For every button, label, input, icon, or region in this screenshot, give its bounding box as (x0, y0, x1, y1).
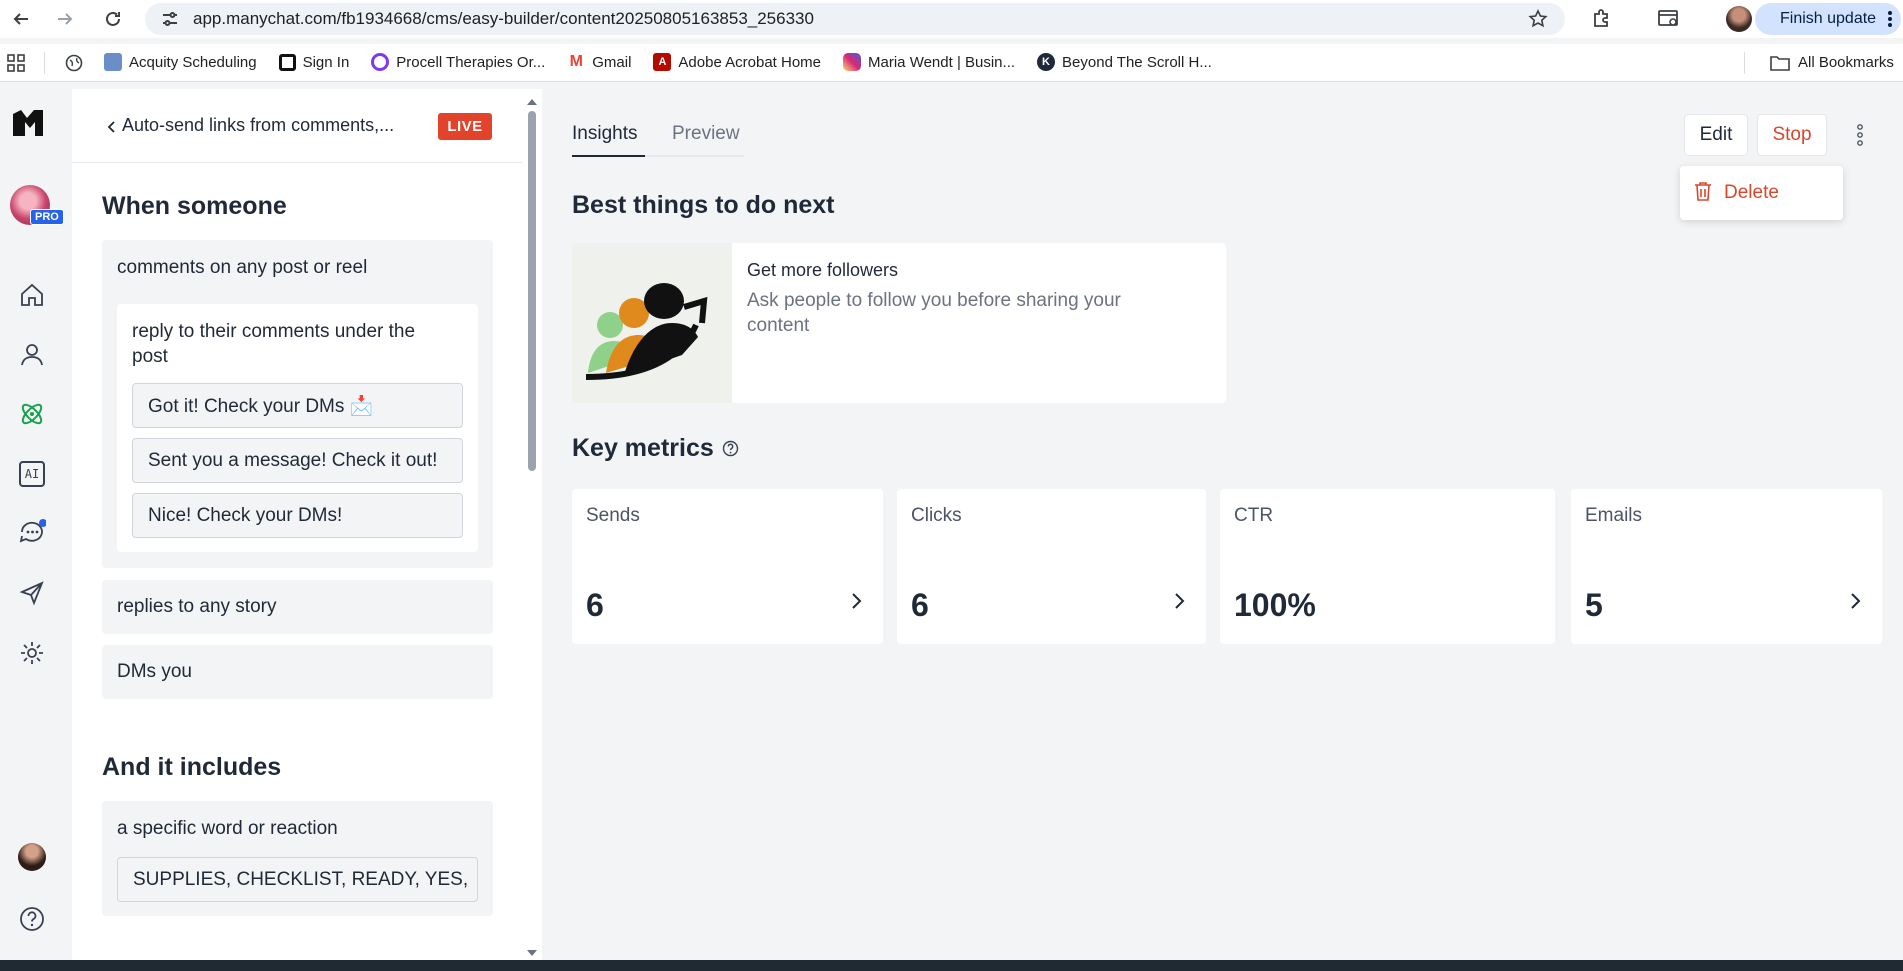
acquity-icon (104, 53, 122, 71)
reco-description: Ask people to follow you before sharing … (747, 290, 1121, 336)
apps-grid-icon[interactable] (7, 54, 25, 77)
stop-button[interactable]: Stop (1757, 114, 1827, 156)
site-settings-icon[interactable] (161, 11, 179, 32)
metric-emails[interactable]: Emails 5 (1571, 489, 1882, 644)
bookmark-sign-in[interactable]: Sign In (278, 53, 349, 71)
reply-heading: reply to their comments under the post (132, 321, 416, 367)
trigger-story-label: replies to any story (117, 596, 277, 617)
followers-illustration (572, 243, 732, 403)
edit-button[interactable]: Edit (1684, 114, 1748, 156)
reply-option-1[interactable]: Got it! Check your DMs 📩 (132, 383, 463, 428)
metric-ctr: CTR 100% (1220, 489, 1555, 644)
instagram-icon (843, 53, 862, 71)
bookmark-acrobat[interactable]: A Adobe Acrobat Home (653, 53, 821, 71)
reply-option-3[interactable]: Nice! Check your DMs! (132, 493, 463, 538)
scroll-up-icon[interactable] (527, 93, 537, 111)
trigger-story-card[interactable]: replies to any story (102, 580, 493, 634)
chevron-right-icon (1851, 593, 1861, 609)
delete-menu-item[interactable]: Delete (1724, 182, 1779, 204)
reply-comments-card[interactable]: reply to their comments under the post G… (117, 304, 478, 552)
trigger-dm-label: DMs you (117, 661, 192, 682)
extensions-icon[interactable] (1591, 8, 1613, 35)
bookmarks-bar: Acquity Scheduling Sign In Procell Thera… (0, 44, 1903, 82)
metric-clicks[interactable]: Clicks 6 (897, 489, 1206, 644)
user-avatar[interactable] (18, 843, 46, 871)
acrobat-icon: A (653, 53, 672, 71)
home-icon[interactable] (16, 279, 48, 311)
tab-insights[interactable]: Insights (572, 123, 637, 145)
bookmark-list: Acquity Scheduling Sign In Procell Thera… (104, 53, 1234, 71)
trigger-dm-card[interactable]: DMs you (102, 645, 493, 699)
globe-icon[interactable] (65, 54, 83, 77)
metric-sends[interactable]: Sends 6 (572, 489, 883, 644)
ai-icon[interactable]: AI (16, 458, 48, 490)
includes-label: a specific word or reaction (117, 818, 338, 839)
help-circle-icon[interactable] (722, 440, 739, 457)
pro-badge: PRO (30, 209, 64, 225)
more-options-menu: Delete (1680, 166, 1843, 220)
forward-icon[interactable] (52, 6, 78, 32)
live-chat-icon[interactable] (16, 517, 48, 549)
broadcast-send-icon[interactable] (16, 577, 48, 609)
bookmark-acquity[interactable]: Acquity Scheduling (104, 53, 257, 71)
chevron-left-icon[interactable] (107, 120, 116, 139)
automation-summary-panel: Auto-send links from comments,... LIVE W… (72, 89, 542, 960)
os-taskbar (0, 960, 1903, 971)
procell-icon (371, 53, 390, 71)
active-tab-indicator (572, 155, 645, 157)
reload-icon[interactable] (100, 6, 126, 32)
reply-option-2[interactable]: Sent you a message! Check it out! (132, 438, 463, 483)
back-icon[interactable] (8, 6, 34, 32)
automation-icon[interactable] (16, 398, 48, 430)
url-text[interactable]: app.manychat.com/fb1934668/cms/easy-buil… (193, 9, 814, 29)
bookmark-beyond-scroll[interactable]: K Beyond The Scroll H... (1037, 53, 1212, 71)
when-heading: When someone (102, 192, 287, 220)
all-bookmarks-button[interactable]: All Bookmarks (1770, 54, 1894, 71)
live-badge: LIVE (438, 113, 492, 140)
insights-main: Insights Preview Edit Stop Delete Best t… (542, 89, 1903, 960)
get-followers-card[interactable]: Get more followers Ask people to follow … (572, 243, 1226, 403)
url-bar[interactable]: app.manychat.com/fb1934668/cms/easy-buil… (145, 3, 1565, 35)
app-nav-rail: PRO AI (0, 89, 72, 960)
keyword-card[interactable]: a specific word or reaction SUPPLIES, CH… (102, 801, 493, 916)
bookmark-maria-wendt[interactable]: Maria Wendt | Busin... (843, 53, 1015, 71)
panel-header: Auto-send links from comments,... LIVE (72, 89, 522, 163)
browser-toolbar: app.manychat.com/fb1934668/cms/easy-buil… (0, 0, 1903, 38)
beyond-scroll-icon: K (1037, 53, 1056, 71)
divider (1744, 52, 1745, 74)
tab-preview[interactable]: Preview (672, 123, 740, 145)
automation-title[interactable]: Auto-send links from comments,... (122, 115, 394, 136)
panel-scrollbar[interactable] (528, 111, 536, 471)
help-icon[interactable] (16, 903, 48, 935)
square-icon (278, 53, 296, 71)
includes-heading: And it includes (102, 753, 282, 781)
divider (44, 52, 45, 74)
keyword-chip[interactable]: SUPPLIES, CHECKLIST, READY, YES, (117, 857, 478, 902)
bookmark-procell[interactable]: Procell Therapies Or... (371, 53, 545, 71)
profile-avatar[interactable] (1726, 6, 1752, 32)
gmail-icon: M (567, 53, 586, 71)
chevron-right-icon (852, 593, 862, 609)
folder-icon (1770, 55, 1790, 71)
tab-search-icon[interactable] (1657, 8, 1681, 35)
trash-icon[interactable] (1694, 181, 1712, 206)
manychat-logo-icon[interactable] (10, 107, 54, 139)
scroll-down-icon[interactable] (527, 944, 537, 960)
best-things-heading: Best things to do next (572, 191, 835, 219)
bookmark-gmail[interactable]: M Gmail (567, 53, 631, 71)
settings-gear-icon[interactable] (16, 637, 48, 669)
chevron-right-icon (1175, 593, 1185, 609)
more-vert-icon (1887, 9, 1893, 34)
key-metrics-heading: Key metrics (572, 434, 739, 463)
finish-update-button[interactable]: Finish update (1755, 3, 1901, 35)
contacts-icon[interactable] (16, 338, 48, 370)
bookmark-star-icon[interactable] (1528, 9, 1548, 34)
trigger-comments-card[interactable]: comments on any post or reel reply to th… (102, 240, 493, 568)
reco-title: Get more followers (747, 260, 899, 280)
more-options-icon[interactable] (1856, 124, 1864, 151)
trigger-comments-label: comments on any post or reel (117, 257, 368, 278)
